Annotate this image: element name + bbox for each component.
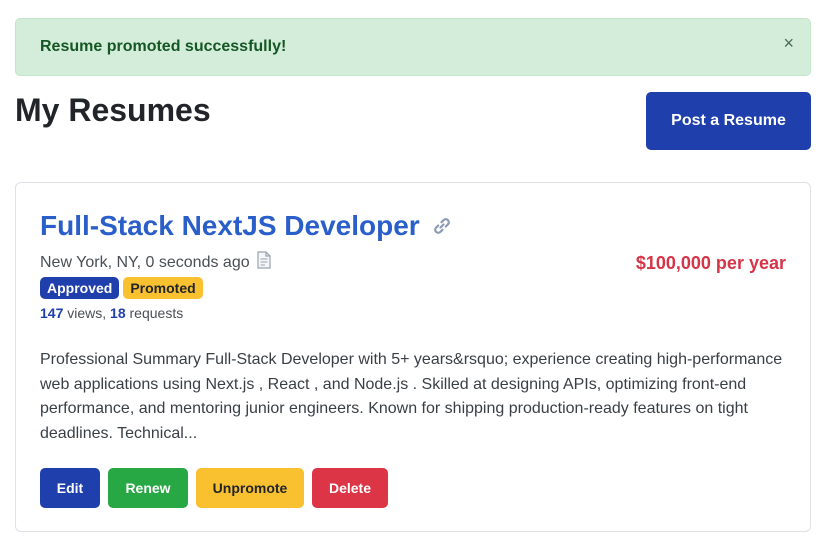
page-title: My Resumes: [15, 92, 211, 128]
approved-badge: Approved: [40, 277, 120, 299]
alert-message: Resume promoted successfully!: [40, 38, 287, 55]
renew-button[interactable]: Renew: [108, 468, 188, 508]
link-icon: [432, 211, 452, 243]
resume-title-link[interactable]: Full-Stack NextJS Developer: [40, 208, 452, 243]
promoted-badge: Promoted: [123, 277, 203, 299]
status-badges: Approved Promoted: [40, 277, 203, 299]
resume-card: Full-Stack NextJS Developer New York, NY…: [15, 182, 811, 532]
resume-actions: Edit Renew Unpromote Delete: [40, 468, 388, 508]
document-icon: [256, 251, 272, 274]
unpromote-button[interactable]: Unpromote: [196, 468, 304, 508]
resume-title: Full-Stack NextJS Developer: [40, 209, 420, 241]
delete-button[interactable]: Delete: [312, 468, 388, 508]
salary: $100,000 per year: [635, 253, 786, 273]
post-resume-button[interactable]: Post a Resume: [646, 92, 811, 150]
resume-stats: 147 views, 18 requests: [40, 305, 183, 321]
resume-meta: New York, NY, 0 seconds ago: [40, 251, 272, 274]
views-label: views,: [63, 305, 111, 321]
edit-button[interactable]: Edit: [40, 468, 100, 508]
requests-count: 18: [110, 305, 126, 321]
resume-description: Professional Summary Full-Stack Develope…: [40, 351, 783, 442]
requests-label: requests: [125, 305, 184, 321]
close-icon[interactable]: ×: [783, 34, 794, 52]
success-alert: Resume promoted successfully! ×: [15, 18, 811, 76]
location-time: New York, NY, 0 seconds ago: [40, 253, 250, 271]
views-count: 147: [40, 305, 64, 321]
